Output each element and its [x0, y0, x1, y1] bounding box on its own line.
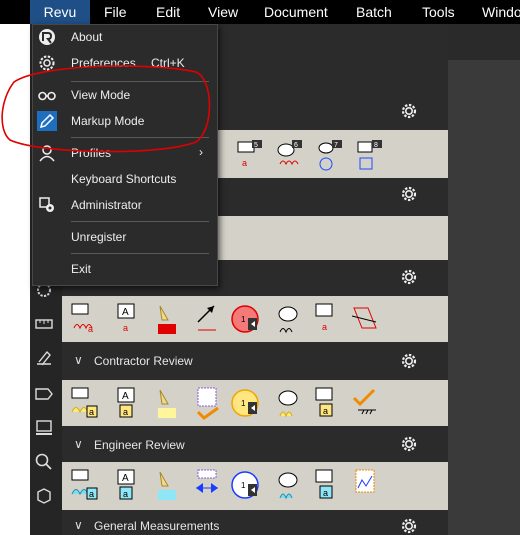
- dimension-tool-icon[interactable]: [350, 302, 380, 336]
- search-icon[interactable]: [34, 452, 54, 472]
- chevron-down-icon: ∨: [74, 437, 83, 451]
- menu-batch[interactable]: Batch: [356, 0, 392, 24]
- count-tool-icon[interactable]: 1: [230, 302, 260, 336]
- svg-text:a: a: [323, 488, 328, 498]
- note-callout-tool-icon[interactable]: a: [312, 302, 342, 336]
- cloud-plus-tool-icon[interactable]: [274, 302, 304, 336]
- polyline-tool-icon[interactable]: [350, 468, 380, 502]
- menu-item-label: Administrator: [71, 198, 142, 212]
- svg-text:1: 1: [241, 315, 246, 324]
- checkmark-tool-icon[interactable]: [192, 386, 222, 420]
- menu-item-keyboard-shortcuts[interactable]: Keyboard Shortcuts: [33, 167, 217, 191]
- menu-tools[interactable]: Tools: [422, 0, 455, 24]
- document-area: [448, 60, 520, 535]
- tag-icon[interactable]: [34, 384, 54, 404]
- rectangle-tool-icon[interactable]: 8: [356, 138, 386, 172]
- text-box-tool-icon[interactable]: Aa: [112, 468, 142, 502]
- section-title: Engineer Review: [94, 438, 185, 452]
- note-callout-tool-icon[interactable]: a: [312, 386, 342, 420]
- menu-item-label: Unregister: [71, 230, 127, 244]
- svg-text:5: 5: [254, 142, 258, 149]
- section-title: General Measurements: [94, 519, 220, 533]
- admin-icon: [39, 197, 54, 212]
- callout-tool-icon[interactable]: 5a: [236, 138, 266, 172]
- dimension-tool-icon[interactable]: [192, 468, 222, 502]
- svg-text:a: a: [123, 407, 128, 417]
- cloud-plus-tool-icon[interactable]: [274, 468, 304, 502]
- gear-icon[interactable]: [400, 185, 418, 203]
- svg-text:a: a: [322, 322, 327, 332]
- menu-edit[interactable]: Edit: [156, 0, 180, 24]
- svg-text:a: a: [89, 489, 94, 499]
- signature-icon[interactable]: [34, 348, 54, 368]
- menu-item-about[interactable]: About: [33, 25, 217, 49]
- markup-check-tool-icon[interactable]: [350, 386, 380, 420]
- menu-revu[interactable]: Revu: [30, 0, 90, 24]
- menu-document[interactable]: Document: [264, 0, 328, 24]
- menu-item-administrator[interactable]: Administrator: [33, 193, 217, 217]
- gear-icon[interactable]: [400, 268, 418, 286]
- menu-bar: Revu File Edit View Document Batch Tools…: [0, 0, 520, 24]
- section-header-engineer-review[interactable]: ∨ Engineer Review: [62, 426, 448, 464]
- note-callout-tool-icon[interactable]: a: [312, 468, 342, 502]
- highlight-tool-icon[interactable]: [152, 468, 182, 502]
- menu-item-label: About: [71, 30, 103, 44]
- text-box-tool-icon[interactable]: Aa: [112, 386, 142, 420]
- ellipse-tool-icon[interactable]: 7: [316, 138, 346, 172]
- count-tool-icon[interactable]: 1: [230, 468, 260, 502]
- menu-item-unregister[interactable]: Unregister: [33, 225, 217, 249]
- section-header-contractor-review[interactable]: ∨ Contractor Review: [62, 342, 448, 380]
- menu-view[interactable]: View: [208, 0, 238, 24]
- cloud-tool-icon[interactable]: 6: [276, 138, 306, 172]
- svg-text:a: a: [242, 158, 247, 168]
- arrow-tool-icon[interactable]: [192, 302, 222, 336]
- gear-icon[interactable]: [400, 517, 418, 535]
- highlight-tool-icon[interactable]: [152, 302, 182, 336]
- svg-text:a: a: [123, 489, 128, 499]
- hand-drawn-highlight-annotation: [1, 65, 211, 153]
- shape-icon[interactable]: [34, 486, 54, 506]
- chevron-down-icon: ∨: [74, 518, 83, 532]
- menu-separator: [71, 221, 209, 222]
- menu-item-label: Keyboard Shortcuts: [71, 172, 177, 186]
- cloud-callout-tool-icon[interactable]: a: [70, 302, 100, 336]
- gear-icon[interactable]: [400, 352, 418, 370]
- text-box-tool-icon[interactable]: Aa: [112, 302, 142, 336]
- svg-text:a: a: [89, 407, 94, 417]
- menu-window[interactable]: Windo: [482, 0, 520, 24]
- gear-icon[interactable]: [400, 435, 418, 453]
- svg-text:a: a: [88, 324, 93, 334]
- gear-icon[interactable]: [400, 102, 418, 120]
- menu-item-label: Exit: [71, 262, 92, 276]
- section-title: Contractor Review: [94, 354, 193, 368]
- cloud-callout-tool-icon[interactable]: a: [70, 468, 100, 502]
- cloud-callout-tool-icon[interactable]: a: [70, 386, 100, 420]
- stamp-icon[interactable]: [34, 418, 54, 438]
- revu-logo-icon: [39, 29, 55, 45]
- section-header-general-measurements[interactable]: ∨ General Measurements: [62, 510, 448, 535]
- svg-text:1: 1: [241, 399, 246, 408]
- svg-text:a: a: [323, 406, 328, 416]
- svg-text:A: A: [122, 391, 129, 402]
- svg-text:6: 6: [294, 142, 298, 149]
- svg-text:A: A: [122, 307, 129, 318]
- menu-separator: [71, 253, 209, 254]
- cloud-plus-tool-icon[interactable]: [274, 386, 304, 420]
- chevron-down-icon: ∨: [74, 353, 83, 367]
- highlight-tool-icon[interactable]: [152, 386, 182, 420]
- svg-text:a: a: [123, 323, 128, 333]
- menu-item-exit[interactable]: Exit: [33, 257, 217, 281]
- menu-file[interactable]: File: [104, 0, 127, 24]
- svg-text:1: 1: [241, 481, 246, 490]
- svg-text:7: 7: [334, 142, 338, 149]
- svg-text:8: 8: [374, 142, 378, 149]
- count-tool-icon[interactable]: 1: [230, 386, 260, 420]
- svg-text:A: A: [122, 473, 129, 484]
- ruler-icon[interactable]: [34, 314, 54, 334]
